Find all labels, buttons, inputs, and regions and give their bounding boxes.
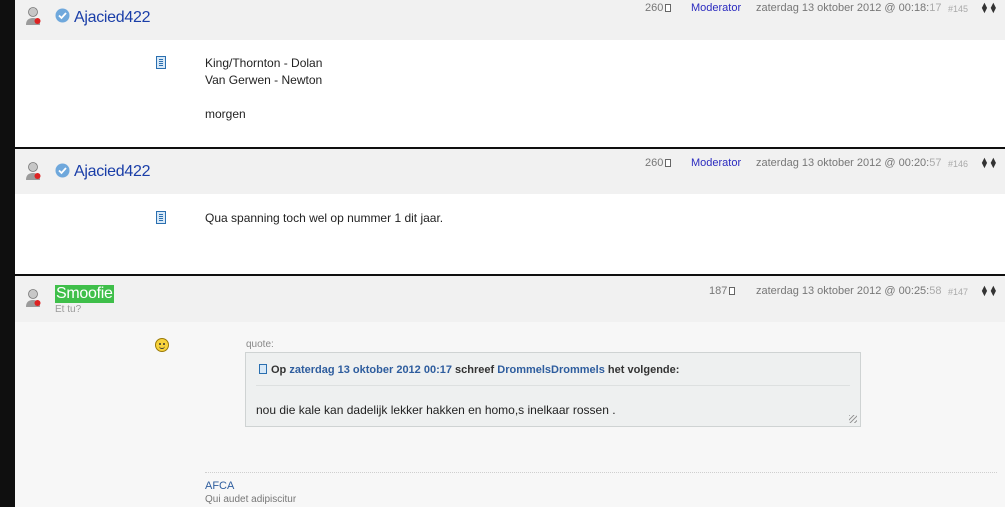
phone-device-icon [156, 56, 166, 69]
post-line [205, 89, 322, 106]
post-count: 187 [709, 285, 736, 297]
post-count: 260 [645, 2, 672, 14]
post-body: Qua spanning toch wel op nummer 1 dit ja… [205, 210, 443, 227]
post-number-link[interactable]: #146 [948, 159, 968, 169]
document-icon [729, 287, 736, 295]
post-line: King/Thornton - Dolan [205, 56, 323, 70]
resize-grip-icon[interactable] [849, 415, 857, 423]
post-timestamp: zaterdag 13 oktober 2012 @ 00:25:58 [756, 285, 941, 297]
timestamp-main: zaterdag 13 oktober 2012 @ 00:20: [756, 157, 930, 169]
sort-arrows-icon[interactable]: ▲▲ ▼▼ [980, 156, 998, 170]
post-header: Ajacied422 260 Moderator zaterdag 13 okt… [15, 0, 1005, 40]
timestamp-seconds: 57 [929, 157, 942, 169]
verified-check-icon [55, 8, 70, 23]
post-timestamp: zaterdag 13 oktober 2012 @ 00:20:57 [756, 157, 941, 169]
quote-label: quote: [246, 339, 274, 350]
username-link[interactable]: Ajacied422 [74, 163, 150, 181]
post-header: Smoofie Et tu? 187 zaterdag 13 oktober 2… [15, 276, 1005, 322]
post-count-value: 260 [645, 2, 664, 14]
user-subtitle: Et tu? [55, 304, 82, 315]
timestamp-seconds: 17 [929, 2, 942, 14]
username-link[interactable]: Smoofie [55, 285, 114, 303]
document-icon [665, 4, 672, 12]
user-avatar-icon[interactable] [25, 6, 43, 26]
post-146: Ajacied422 260 Moderator zaterdag 13 okt… [15, 149, 1005, 274]
phone-device-icon [259, 364, 267, 374]
quote-date-link[interactable]: zaterdag 13 oktober 2012 00:17 [289, 364, 452, 376]
post-header: Ajacied422 260 Moderator zaterdag 13 okt… [15, 149, 1005, 194]
role-badge[interactable]: Moderator [691, 2, 741, 14]
timestamp-seconds: 58 [929, 285, 942, 297]
user-avatar-icon[interactable] [25, 288, 43, 308]
timestamp-main: zaterdag 13 oktober 2012 @ 00:25: [756, 285, 930, 297]
quote-suffix: het volgende: [607, 364, 680, 376]
post-line: Van Gerwen - Newton [205, 73, 323, 87]
quote-header: Op zaterdag 13 oktober 2012 00:17 schree… [259, 364, 679, 376]
signature-link[interactable]: AFCA [205, 480, 234, 492]
quote-prefix: Op [271, 364, 287, 376]
post-number-link[interactable]: #145 [948, 4, 968, 14]
sort-arrows-icon[interactable]: ▲▲ ▼▼ [980, 284, 998, 298]
post-145: Ajacied422 260 Moderator zaterdag 13 okt… [15, 0, 1005, 147]
post-count-value: 260 [645, 157, 664, 169]
quote-text: nou die kale kan dadelijk lekker hakken … [256, 403, 616, 417]
post-timestamp: zaterdag 13 oktober 2012 @ 00:18:17 [756, 2, 941, 14]
role-badge[interactable]: Moderator [691, 157, 741, 169]
quote-middle: schreef [455, 364, 495, 376]
post-count-value: 187 [709, 285, 728, 297]
signature-text: Qui audet adipiscitur [205, 494, 297, 505]
username-link[interactable]: Ajacied422 [74, 9, 150, 27]
smiley-icon [155, 338, 169, 352]
post-number-link[interactable]: #147 [948, 287, 968, 297]
signature-divider [205, 472, 997, 473]
sort-arrows-icon[interactable]: ▲▲ ▼▼ [980, 1, 998, 15]
document-icon [665, 159, 672, 167]
user-avatar-icon[interactable] [25, 161, 43, 181]
quote-author-link[interactable]: DrommelsDrommels [497, 364, 605, 376]
quote-box: Op zaterdag 13 oktober 2012 00:17 schree… [245, 352, 861, 427]
quote-divider [256, 385, 850, 386]
post-count: 260 [645, 157, 672, 169]
post-line: Qua spanning toch wel op nummer 1 dit ja… [205, 211, 444, 225]
timestamp-main: zaterdag 13 oktober 2012 @ 00:18: [756, 2, 930, 14]
post-147: Smoofie Et tu? 187 zaterdag 13 oktober 2… [15, 276, 1005, 507]
phone-device-icon [156, 211, 166, 224]
verified-check-icon [55, 163, 70, 178]
post-line: morgen [205, 107, 246, 121]
post-body: King/Thornton - Dolan Van Gerwen - Newto… [205, 55, 322, 123]
